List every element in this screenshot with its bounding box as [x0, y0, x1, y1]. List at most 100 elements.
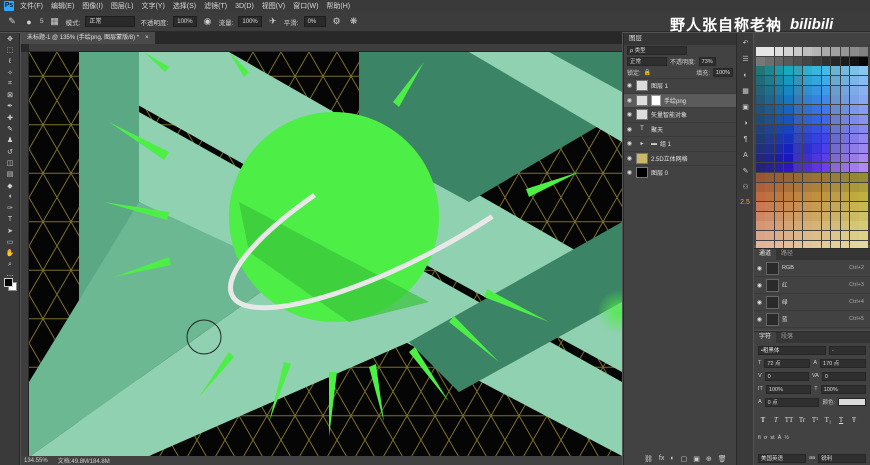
swatch[interactable] [840, 47, 850, 56]
swatch[interactable] [821, 114, 831, 124]
swatch[interactable] [765, 56, 774, 66]
swatch[interactable] [765, 153, 774, 163]
swatch[interactable] [765, 85, 774, 95]
swatch[interactable] [821, 124, 831, 134]
swatch[interactable] [765, 163, 774, 173]
swatch[interactable] [859, 211, 868, 221]
swatch[interactable] [859, 85, 868, 95]
swatch[interactable] [859, 105, 868, 115]
swatch[interactable] [831, 85, 840, 95]
swatch[interactable] [812, 66, 821, 76]
swatch[interactable] [849, 95, 859, 105]
swatch[interactable] [802, 202, 812, 211]
swatch[interactable] [802, 143, 812, 153]
swatch[interactable] [756, 202, 765, 211]
swatch[interactable] [840, 231, 850, 240]
menu-image[interactable]: 图像(I) [82, 1, 103, 11]
vertical-scale-field[interactable]: 100% [765, 384, 812, 394]
brush-size[interactable]: 5 [40, 18, 44, 25]
swatch[interactable] [849, 124, 859, 134]
brush-tool-icon[interactable]: ✎ [6, 16, 18, 28]
swatch[interactable] [802, 172, 812, 182]
swatch[interactable] [765, 221, 774, 231]
leading-field[interactable]: 170 点 [820, 358, 867, 368]
swatch[interactable] [821, 231, 831, 240]
dodge-icon[interactable]: ◖ [0, 191, 20, 202]
swatch-grid[interactable] [756, 47, 868, 250]
layer-kind-select[interactable]: ρ 类型 [627, 46, 687, 55]
swatch[interactable] [849, 211, 859, 221]
swatch[interactable] [756, 143, 765, 153]
swatch[interactable] [793, 153, 803, 163]
swatch[interactable] [859, 124, 868, 134]
oldstyle-icon[interactable]: ơ [764, 435, 768, 441]
swatch[interactable] [765, 182, 774, 192]
swatch[interactable] [802, 192, 812, 202]
layer-row[interactable]: ◉ 2.5D立体网格 [624, 150, 736, 166]
eraser-icon[interactable]: ◫ [0, 157, 20, 168]
swatch[interactable] [784, 192, 793, 202]
swatch[interactable] [821, 95, 831, 105]
menu-3d[interactable]: 3D(D) [235, 3, 254, 10]
font-family-select[interactable]: •粗黑体 [758, 345, 826, 355]
swatch[interactable] [812, 221, 821, 231]
swatch[interactable] [821, 85, 831, 95]
swatch[interactable] [774, 95, 784, 105]
swatch[interactable] [774, 211, 784, 221]
swatch[interactable] [774, 163, 784, 173]
swatch[interactable] [831, 76, 840, 85]
swatch[interactable] [784, 202, 793, 211]
history-icon[interactable]: ↶ [737, 37, 754, 49]
swatch[interactable] [840, 202, 850, 211]
layer-row[interactable]: ◉ 图层 1 [624, 78, 736, 93]
swatch[interactable] [756, 95, 765, 105]
swatch[interactable] [812, 192, 821, 202]
document-tab[interactable]: 未标题-1 @ 135% (手绘png, 图层蒙版/8) * × [21, 32, 155, 44]
swatch[interactable] [774, 221, 784, 231]
marquee-tool-icon[interactable]: ⬚ [0, 44, 20, 55]
swatch[interactable] [831, 66, 840, 76]
subscript-button[interactable]: T₁ [823, 416, 833, 424]
swatch[interactable] [793, 47, 803, 56]
swatch[interactable] [756, 76, 765, 85]
swatch[interactable] [756, 124, 765, 134]
swatch[interactable] [840, 76, 850, 85]
swatch[interactable] [756, 172, 765, 182]
swatch[interactable] [849, 56, 859, 66]
group-expand-icon[interactable]: ▸ [636, 138, 648, 149]
swatch[interactable] [840, 211, 850, 221]
menu-type[interactable]: 文字(Y) [141, 1, 164, 11]
swatch[interactable] [756, 231, 765, 240]
swatch[interactable] [849, 85, 859, 95]
swatch[interactable] [859, 114, 868, 124]
swatch[interactable] [859, 47, 868, 56]
swatch[interactable] [774, 202, 784, 211]
swatch[interactable] [831, 221, 840, 231]
swatch[interactable] [784, 134, 793, 144]
swatch[interactable] [821, 47, 831, 56]
swatch[interactable] [831, 182, 840, 192]
quick-select-icon[interactable]: ✧ [0, 67, 20, 78]
font-size-field[interactable]: 72 点 [764, 358, 811, 368]
swatch[interactable] [793, 231, 803, 240]
frame-tool-icon[interactable]: ⊠ [0, 89, 20, 100]
swatch[interactable] [812, 124, 821, 134]
swatch[interactable] [793, 114, 803, 124]
swatch[interactable] [784, 124, 793, 134]
swatches-icon[interactable]: ▦ [737, 85, 754, 97]
swatch[interactable] [793, 105, 803, 115]
swatch[interactable] [774, 47, 784, 56]
swatch[interactable] [859, 221, 868, 231]
swatch[interactable] [821, 66, 831, 76]
path-select-icon[interactable]: ➤ [0, 225, 20, 236]
kerning-field[interactable]: 0 [764, 371, 809, 381]
swatch[interactable] [849, 114, 859, 124]
symmetry-icon[interactable]: ❋ [348, 16, 360, 28]
swatch[interactable] [859, 56, 868, 66]
swatch[interactable] [849, 47, 859, 56]
swatch[interactable] [765, 172, 774, 182]
swatch[interactable] [765, 211, 774, 221]
antialias-select[interactable]: 锐利 [818, 453, 866, 463]
swatch[interactable] [821, 182, 831, 192]
swatch[interactable] [774, 172, 784, 182]
